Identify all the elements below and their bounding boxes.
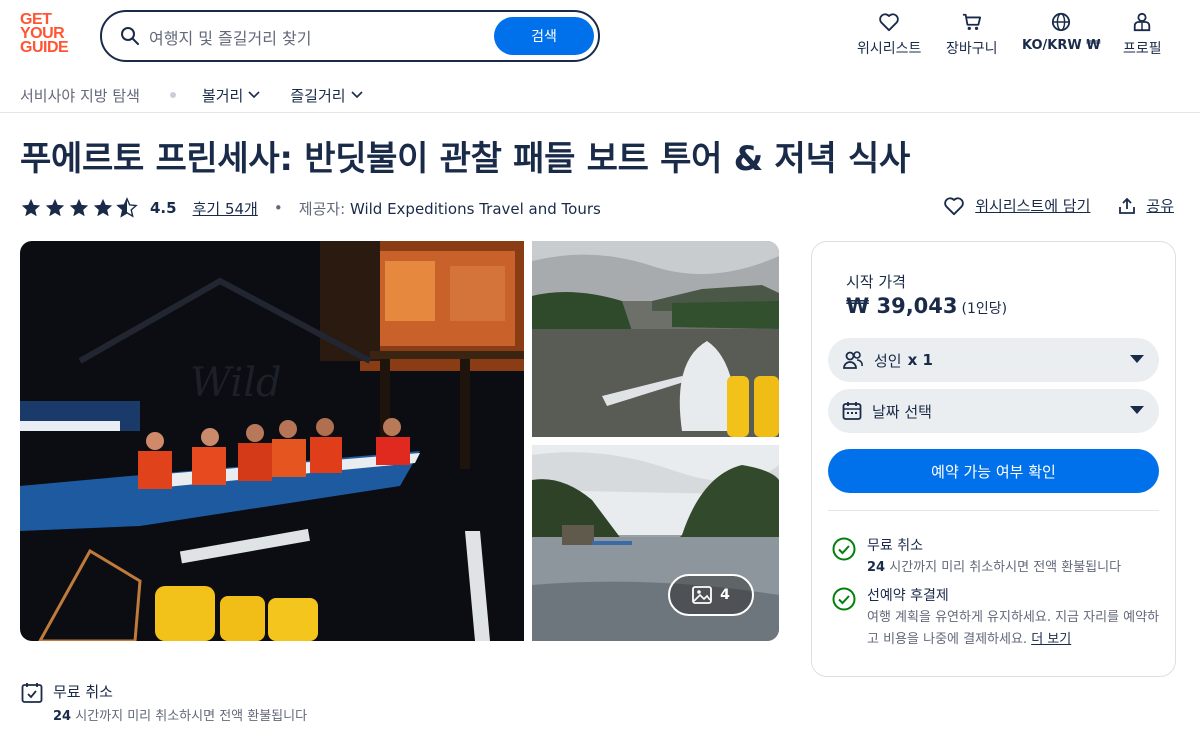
chevron-down-icon: [248, 91, 260, 99]
page-title: 푸에르토 프린세사: 반딧불이 관찰 패들 보트 투어 & 저녁 식사: [20, 139, 910, 179]
add-to-wishlist-button[interactable]: 위시리스트에 담기: [943, 195, 1090, 216]
rating-stars: [20, 197, 140, 219]
reviews-link[interactable]: 후기 54개: [193, 198, 258, 219]
chevron-down-icon: [350, 91, 363, 99]
view-all-photos-button[interactable]: 4: [668, 574, 754, 616]
provider-name[interactable]: Wild Expeditions Travel and Tours: [350, 200, 601, 218]
share-button[interactable]: 공유: [1118, 195, 1174, 216]
nav-language-label: KO/KRW ₩: [1022, 38, 1101, 53]
nav-cart-label: 장바구니: [946, 41, 998, 57]
nav-language-currency[interactable]: KO/KRW ₩: [1022, 12, 1101, 53]
image-icon: [692, 586, 713, 604]
nav-sights-label: 볼거리: [201, 86, 244, 105]
header-divider: [0, 112, 1200, 113]
secondary-nav: 서비사야 지방 탐색 볼거리 즐길거리: [20, 83, 393, 107]
people-icon: [843, 351, 863, 369]
heart-icon: [879, 13, 899, 32]
highlight-hours: 24: [53, 709, 72, 724]
participants-label: 성인: [874, 351, 902, 370]
star-icon: [45, 198, 65, 217]
getyourguide-logo[interactable]: GET YOUR GUIDE: [20, 12, 78, 56]
add-to-wishlist-label: 위시리스트에 담기: [975, 197, 1091, 215]
provider-info: 제공자: Wild Expeditions Travel and Tours: [299, 198, 601, 219]
search-icon: [121, 27, 139, 45]
explore-location-link[interactable]: 서비사야 지방 탐색: [20, 85, 140, 106]
caret-down-icon: [1130, 406, 1144, 414]
star-icon: [69, 198, 89, 217]
svg-text:Wild: Wild: [190, 360, 282, 406]
highlight-desc-text: 시간까지 미리 취소하시면 전액 환불됩니다: [75, 709, 308, 724]
caret-down-icon: [1130, 355, 1144, 363]
bullet-separator: •: [273, 199, 283, 217]
booking-card: 시작 가격 ₩ 39,043 (1인당) 성인 x 1 날짜 선택 예약 가능 여부…: [811, 241, 1176, 677]
calendar-icon: [842, 402, 862, 420]
photo-count: 4: [720, 587, 730, 603]
search-button[interactable]: 검색: [494, 17, 594, 55]
nav-profile-label: 프로필: [1123, 41, 1162, 57]
price: ₩ 39,043 (1인당): [846, 294, 1007, 318]
heart-icon: [944, 196, 964, 215]
participants-count: x 1: [907, 351, 933, 369]
check-circle-icon: [832, 587, 856, 611]
half-star-icon: [116, 197, 138, 218]
feature-desc-text: 여행 계획을 유연하게 유지하세요. 지금 자리를 예약하고 비용을 나중에 결…: [867, 610, 1160, 647]
feature-title: 무료 취소: [867, 538, 923, 554]
nav-cart[interactable]: 장바구니: [946, 12, 998, 58]
share-label: 공유: [1146, 197, 1174, 215]
nav-wishlist[interactable]: 위시리스트: [857, 12, 921, 58]
logo-line-3: GUIDE: [20, 39, 69, 56]
star-icon: [21, 198, 41, 217]
feature-desc-text: 시간까지 미리 취소하시면 전액 환불됩니다: [889, 560, 1122, 575]
search-bar[interactable]: 여행지 및 즐길거리 찾기 검색: [100, 10, 600, 62]
price-from-label: 시작 가격: [846, 273, 906, 291]
feature-title: 선예약 후결제: [867, 588, 949, 604]
highlight-title: 무료 취소: [53, 683, 113, 701]
title-actions: 위시리스트에 담기 공유: [943, 195, 1174, 216]
river-canoe-image: [532, 241, 779, 437]
nav-wishlist-label: 위시리스트: [857, 41, 922, 57]
star-icon: [93, 198, 113, 217]
nav-activities-dropdown[interactable]: 즐길거리: [290, 85, 363, 106]
nav-profile[interactable]: 프로필: [1123, 12, 1162, 58]
calendar-check-icon: [21, 683, 43, 703]
main-photo[interactable]: Wild: [20, 241, 524, 641]
profile-icon: [1134, 12, 1151, 32]
feature-hours: 24: [867, 560, 886, 575]
night-boat-tour-photo: Wild: [20, 241, 524, 641]
feature-description: 24 시간까지 미리 취소하시면 전액 환불됩니다: [867, 557, 1167, 579]
read-more-link[interactable]: 더 보기: [1031, 632, 1071, 647]
globe-icon: [1052, 12, 1071, 32]
rating-score: 4.5: [150, 199, 177, 217]
participants-selector[interactable]: 성인 x 1: [828, 338, 1159, 382]
check-availability-button[interactable]: 예약 가능 여부 확인: [828, 449, 1159, 493]
cart-icon: [962, 13, 981, 31]
date-selector[interactable]: 날짜 선택: [828, 389, 1159, 433]
nav-separator-dot: [169, 92, 176, 98]
date-label: 날짜 선택: [872, 402, 932, 421]
card-divider: [828, 510, 1159, 511]
rating-row: 4.5 후기 54개 • 제공자: Wild Expeditions Trave…: [20, 196, 601, 220]
river-canoe-photo[interactable]: [532, 241, 779, 437]
nav-activities-label: 즐길거리: [290, 86, 346, 105]
feature-description: 여행 계획을 유연하게 유지하세요. 지금 자리를 예약하고 비용을 나중에 결…: [867, 607, 1167, 651]
price-per-person: (1인당): [961, 301, 1008, 317]
highlight-description: 24 시간까지 미리 취소하시면 전액 환불됩니다: [53, 705, 307, 724]
provider-label: 제공자:: [298, 199, 346, 218]
check-circle-icon: [832, 537, 856, 561]
price-value: ₩ 39,043: [846, 294, 958, 318]
share-icon: [1119, 197, 1136, 214]
nav-sights-dropdown[interactable]: 볼거리: [202, 85, 260, 106]
search-input[interactable]: 여행지 및 즐길거리 찾기: [149, 25, 311, 49]
